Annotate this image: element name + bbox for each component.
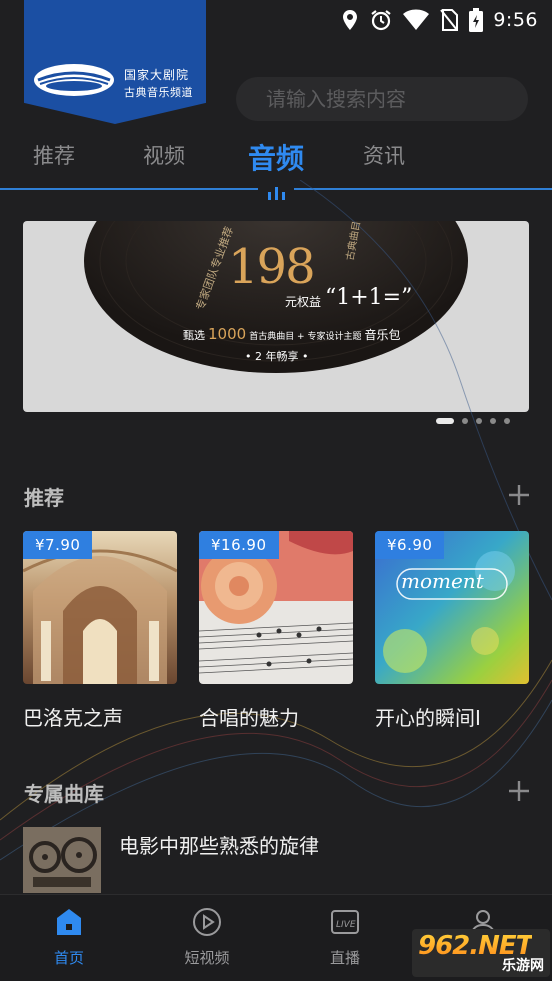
- tab-recommend[interactable]: 推荐: [33, 140, 75, 170]
- library-item-title[interactable]: 电影中那些熟悉的旋律: [119, 830, 319, 859]
- alarm-icon: [371, 10, 391, 31]
- album-card[interactable]: moment ¥6.90 开心的瞬间I: [375, 531, 529, 731]
- tab-audio[interactable]: 音频: [248, 137, 304, 177]
- album-cover: ¥16.90: [199, 531, 353, 684]
- battery-charging-icon: [469, 8, 484, 32]
- nav-label: 首页: [53, 949, 84, 967]
- album-card[interactable]: ¥7.90 巴洛克之声: [23, 531, 177, 731]
- film-projector-image: [23, 827, 101, 893]
- album-cover: ¥7.90: [23, 531, 177, 684]
- nav-live[interactable]: LIVE 直播: [305, 907, 385, 968]
- nav-label: 直播: [329, 949, 360, 967]
- tab-news[interactable]: 资讯: [363, 140, 405, 170]
- logo-line1: 国家大剧院: [124, 68, 190, 82]
- album-cover-text: moment: [401, 569, 484, 593]
- play-circle-icon: [193, 908, 221, 936]
- tab-video[interactable]: 视频: [143, 140, 185, 170]
- album-title: 开心的瞬间I: [375, 706, 481, 730]
- no-sim-icon: [440, 9, 459, 31]
- album-title: 巴洛克之声: [23, 706, 123, 730]
- nav-short-video[interactable]: 短视频: [167, 907, 247, 968]
- channel-logo[interactable]: 国家大剧院 古典音乐频道: [24, 0, 206, 124]
- library-more-icon[interactable]: [508, 780, 530, 802]
- library-section-title: 专属曲库: [24, 782, 104, 806]
- watermark-sub: 乐游网: [502, 958, 544, 974]
- category-tabs: 推荐 视频 音频 资讯: [0, 140, 552, 180]
- site-watermark: 962.NET 乐游网: [412, 929, 550, 977]
- search-bar[interactable]: [236, 77, 528, 121]
- price-badge: ¥6.90: [375, 531, 445, 559]
- recommend-more-icon[interactable]: [508, 484, 530, 506]
- status-time: 9:56: [493, 9, 538, 31]
- logo-line2: 古典音乐频道: [124, 86, 193, 99]
- library-item-thumbnail[interactable]: [23, 827, 101, 893]
- album-card[interactable]: ¥16.90 合唱的魅力: [199, 531, 353, 731]
- nav-label: 短视频: [184, 949, 230, 967]
- svg-text:LIVE: LIVE: [336, 920, 356, 930]
- nav-home[interactable]: 首页: [29, 907, 109, 968]
- live-icon: LIVE: [331, 910, 359, 934]
- recommend-section-title: 推荐: [24, 486, 64, 510]
- search-input[interactable]: [266, 87, 515, 111]
- location-icon: [343, 10, 358, 30]
- album-cover: moment ¥6.90: [375, 531, 529, 684]
- price-badge: ¥7.90: [23, 531, 93, 559]
- theatre-logo-icon: [34, 64, 114, 96]
- home-icon: [57, 909, 81, 935]
- wifi-icon: [403, 9, 430, 30]
- album-title: 合唱的魅力: [199, 706, 299, 730]
- price-badge: ¥16.90: [199, 531, 279, 559]
